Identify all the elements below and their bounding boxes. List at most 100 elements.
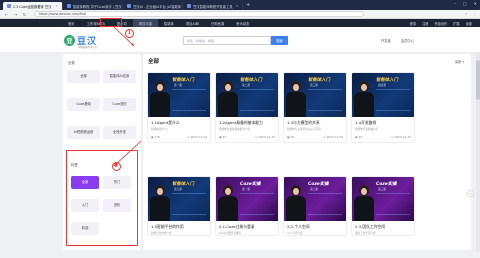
sort-dropdown[interactable]: 最新 ▾ <box>455 59 464 64</box>
developer-link[interactable]: 开发者 <box>381 38 391 43</box>
card-thumbnail: 智能体入门 第一课 <box>148 73 210 117</box>
new-tab-button[interactable]: + <box>246 2 250 8</box>
forward-icon[interactable]: → <box>13 12 18 17</box>
logo-subtitle: AI智能体学习平台 <box>78 46 98 49</box>
card-thumbnail: Coze实操 第三课 <box>352 177 414 221</box>
card-title: 2.2-个人空间 <box>287 224 310 229</box>
course-card[interactable]: Coze实操 第一课 2.1-Coze注册与登录 Coze注册登录教程 <box>215 176 279 236</box>
site-nav: 首页 工作流BETA 提示词 项目宇宙 智能体 项目AI网 已购资源 资讯动态 <box>0 19 480 27</box>
close-tab-icon[interactable]: ✕ <box>55 4 58 8</box>
favicon-icon <box>127 4 131 8</box>
category-short-video[interactable]: AI短视频运营 <box>67 126 100 139</box>
presenter-image <box>218 81 238 117</box>
card-title: 1.3与大模型的关系 <box>287 120 320 125</box>
login-link[interactable]: 登录 <box>410 21 416 26</box>
card-title: 1.5智能平台的作用 <box>151 224 184 229</box>
close-window-button[interactable]: ✕ <box>474 1 477 6</box>
favicon-icon <box>7 4 11 8</box>
card-thumbnail: Coze实操 第一课 <box>216 177 278 221</box>
favicon-icon <box>187 4 191 8</box>
category-fullstack[interactable]: 全栈开发 <box>103 126 136 139</box>
minimize-button[interactable]: – <box>454 1 456 6</box>
presenter-image <box>286 81 306 117</box>
course-card[interactable]: 智能体入门 第五课 1.5智能平台的作用 智能平台作用介绍 <box>147 176 211 236</box>
presenter-image <box>286 185 306 221</box>
card-date: ◷ 2025-10-30 <box>255 135 275 139</box>
bookmark-icon[interactable]: ☆ <box>465 12 468 16</box>
card-date: ◷ 2025-10-30 <box>323 135 343 139</box>
help-icon[interactable]: ? <box>467 190 474 197</box>
page-title: 全部 <box>148 59 160 65</box>
nav-item-purchased[interactable]: 已购资源 <box>205 19 230 27</box>
nav-item-agents[interactable]: 智能体 <box>158 19 180 27</box>
browser-tab[interactable]: 2.3 Coze运营报看家 豆汉 ✕ <box>3 2 63 10</box>
reload-icon[interactable]: ↻ <box>22 12 27 17</box>
course-card[interactable]: 智能体入门 第四课 1.4开发路线 智能体开发路线分享 ▣ 36 ◷ 2025-1… <box>351 72 415 143</box>
card-views: ▣ 93 <box>219 135 227 139</box>
card-date: ◷ 2025-10-29 <box>187 135 207 139</box>
course-card[interactable]: 智能体入门 第二课 1.2Agent具备的基本能力 智能体具备的基本能力介绍 ▣… <box>215 72 279 143</box>
browser-tab-bar: 2.3 Coze运营报看家 豆汉✕ 智能体教程 扣子Coze新手 | 豆汉✕ 豆… <box>0 0 480 10</box>
card-date: ◷ 2025-10-30 <box>391 135 411 139</box>
card-title: 1.2Agent具备的基本能力 <box>219 120 263 125</box>
browser-tab[interactable]: 智能体教程 扣子Coze新手 | 豆汉✕ <box>63 2 123 10</box>
member-center-link[interactable]: 会员中心 <box>401 38 414 43</box>
browser-tab[interactable]: 豆汉智能体教程开发者工具 ✕ <box>183 2 243 10</box>
category-agent-app[interactable]: 智能体AI应用 <box>103 70 136 83</box>
card-views: ▣ 36 <box>355 135 363 139</box>
logo[interactable]: 豆 豆汉 AI智能体学习平台 <box>64 34 98 49</box>
close-tab-icon[interactable]: ✕ <box>235 4 238 8</box>
category-all[interactable]: 全部 <box>67 70 100 83</box>
nav-item-ai-net[interactable]: 项目AI网 <box>180 19 205 27</box>
register-link[interactable]: 注册 <box>422 21 428 26</box>
maximize-button[interactable]: □ <box>463 1 467 6</box>
presenter-image <box>218 185 238 221</box>
category-coze-basic[interactable]: Coze基础 <box>67 98 100 111</box>
browser-tab[interactable]: 豆汉AI - 企业级AI平台 |AI智能体✕ <box>123 2 183 10</box>
annotation-arrow-2 <box>113 140 142 167</box>
url-input[interactable]: https://www.douhan.com/find <box>34 11 364 17</box>
window-controls: – □ ✕ <box>454 1 477 6</box>
category-title: 分类 <box>68 61 75 65</box>
scrollbar-thumb[interactable] <box>476 60 480 100</box>
course-card[interactable]: Coze实操 第三课 2.3-团队工作空间 团队工作空间介绍 <box>351 176 415 236</box>
nav-right: 登录 注册 开始创作 扩展 设置 <box>410 19 472 27</box>
presenter-image <box>150 185 170 221</box>
card-desc: 个人空间介绍 <box>287 232 303 235</box>
settings-link[interactable]: 设置 <box>466 21 472 26</box>
presenter-image <box>150 81 170 117</box>
nav-item-news[interactable]: 资讯动态 <box>230 19 255 27</box>
card-desc: 团队工作空间介绍 <box>355 232 376 235</box>
card-thumbnail: 智能体入门 第三课 <box>284 73 346 117</box>
course-card[interactable]: Coze实操 第二课 2.2-个人空间 个人空间介绍 <box>283 176 347 236</box>
search-input[interactable]: 搜索 - 智能体、教程 <box>183 36 271 45</box>
annotation-arrow-1 <box>113 26 135 47</box>
card-title: 1.1Agent是什么 <box>151 120 180 125</box>
card-title: 2.3-团队工作空间 <box>355 224 386 229</box>
nav-item-home[interactable]: 首页 <box>62 19 81 27</box>
header-links: 开发者 会员中心 <box>381 38 414 43</box>
card-desc: Coze注册登录教程 <box>219 232 241 235</box>
card-title: 1.4开发路线 <box>355 120 377 125</box>
extension-link[interactable]: 扩展 <box>453 21 459 26</box>
address-bar: ← → ↻ https://www.douhan.com/find ☆ ⋮ <box>0 10 480 19</box>
card-thumbnail: 智能体入门 第四课 <box>352 73 414 117</box>
course-card[interactable]: 智能体入门 第一课 1.1Agent是什么 智能体是什么？ ▣ 176 ◷ 202… <box>147 72 211 143</box>
card-thumbnail: Coze实操 第二课 <box>284 177 346 221</box>
presenter-image <box>354 185 374 221</box>
logo-icon: 豆 <box>64 35 75 46</box>
search-button[interactable]: 搜索 <box>271 36 288 45</box>
card-desc: 智能平台作用介绍 <box>151 232 172 235</box>
card-views: ▣ 176 <box>151 135 160 139</box>
menu-icon[interactable]: ⋮ <box>473 12 476 16</box>
favicon-icon <box>67 4 71 8</box>
back-icon[interactable]: ← <box>4 12 9 17</box>
card-thumbnail: 智能体入门 第五课 <box>148 177 210 221</box>
card-views: ▣ 48 <box>287 135 295 139</box>
card-title: 2.1-Coze注册与登录 <box>219 224 255 229</box>
presenter-image <box>354 81 374 117</box>
course-card[interactable]: 智能体入门 第三课 1.3与大模型的关系 智能体与大模型的关系与区别 ▣ 48 ◷… <box>283 72 347 143</box>
card-thumbnail: 智能体入门 第二课 <box>216 73 278 117</box>
category-coze-advanced[interactable]: Coze进阶 <box>103 98 136 111</box>
create-link[interactable]: 开始创作 <box>435 21 448 26</box>
